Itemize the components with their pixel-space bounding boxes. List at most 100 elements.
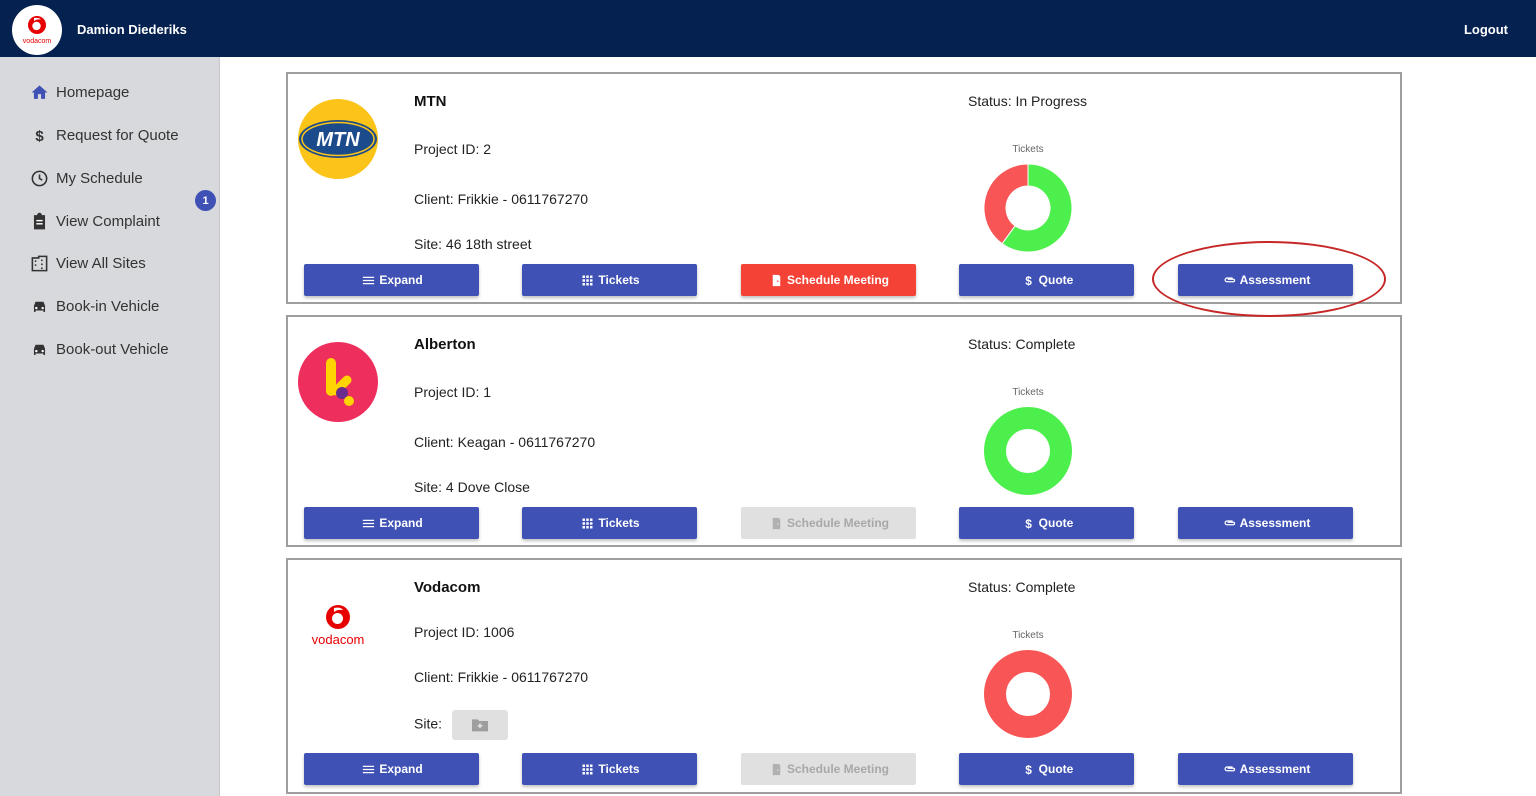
vodacom-logo[interactable]: vodacom [12,5,62,55]
quote-button[interactable]: $ Quote [959,753,1134,785]
home-icon [31,84,48,99]
quote-button[interactable]: $ Quote [959,507,1134,539]
sidebar-item-my-schedule[interactable]: My Schedule [30,166,143,190]
sidebar-item-label: Request for Quote [56,126,179,144]
button-label: Schedule Meeting [786,273,890,287]
grid-icon [582,764,593,774]
grid-icon [582,518,593,528]
schedule-meeting-button[interactable]: Schedule Meeting [741,264,916,296]
sidebar-item-view-complaint[interactable]: View Complaint [30,209,160,233]
button-label: Assessment [1239,762,1311,776]
svg-text:MTN: MTN [316,129,360,151]
paperclip-icon [1224,765,1235,771]
project-status: Status: In Progress [968,93,1088,109]
expand-button[interactable]: Expand [304,753,479,785]
donut-slice-0 [984,650,1072,738]
tickets-button[interactable]: Tickets [522,507,697,539]
sidebar-item-label: Homepage [56,83,130,101]
tickets-button[interactable]: Tickets [522,753,697,785]
project-site: Site: [414,715,443,732]
button-label: Quote [1038,273,1074,287]
project-card-alberton: Alberton Project ID: 1 Client: Keagan - … [286,315,1402,547]
project-id: Project ID: 1 [414,384,492,400]
assessment-button[interactable]: Assessment [1178,264,1353,296]
project-name: MTN [414,93,447,110]
clock-icon [31,170,48,186]
project-client: Client: Keagan - 0611767270 [414,434,596,450]
chart-title: Tickets [1012,144,1044,155]
dollar-icon: $ [1025,273,1032,287]
mtn-logo: MTN [298,99,378,179]
alberton-logo [298,342,378,422]
paperclip-icon [1224,276,1235,282]
project-name: Vodacom [414,579,481,596]
sidebar-item-book-out-vehicle[interactable]: Book-out Vehicle [30,337,169,361]
chart-title: Tickets [1012,630,1044,641]
sidebar-item-label: My Schedule [56,169,143,187]
menu-icon [363,519,375,527]
project-status: Status: Complete [968,579,1076,595]
svg-text:$: $ [1025,762,1032,776]
menu-icon [363,276,375,284]
sidebar-item-homepage[interactable]: Homepage [30,80,129,104]
vodacom-logo: vodacom [312,605,364,647]
expand-button[interactable]: Expand [304,264,479,296]
project-id: Project ID: 2 [414,141,492,157]
logout-link[interactable]: Logout [1464,22,1508,37]
folder-add-icon [471,719,488,732]
project-site-row: Site: [414,710,508,740]
door-icon [772,763,781,775]
sidebar-item-view-all-sites[interactable]: View All Sites [30,251,146,275]
door-icon [772,274,781,286]
sidebar: Homepage $ Request for Quote My Schedule… [0,57,220,796]
project-card-mtn: MTN MTN Project ID: 2 Client: Frikkie - … [286,72,1402,304]
button-label: Tickets [598,762,640,776]
donut-slice-0 [984,407,1072,495]
assessment-button[interactable]: Assessment [1178,507,1353,539]
project-site: Site: 46 18th street [414,236,532,252]
button-label: Quote [1038,516,1074,530]
add-site-button[interactable] [451,710,508,740]
user-name: Damion Diederiks [77,22,187,37]
sidebar-item-label: View Complaint [56,212,160,230]
quote-button[interactable]: $ Quote [959,264,1134,296]
button-label: Assessment [1239,516,1311,530]
project-client: Client: Frikkie - 0611767270 [414,191,589,207]
svg-text:$: $ [35,128,44,145]
project-status: Status: Complete [968,336,1076,352]
project-site: Site: 4 Dove Close [414,479,530,495]
project-id: Project ID: 1006 [414,624,515,640]
sidebar-item-book-in-vehicle[interactable]: Book-in Vehicle [30,294,159,318]
sidebar-item-label: Book-in Vehicle [56,297,160,315]
button-label: Expand [379,516,423,530]
svg-text:$: $ [1025,516,1032,530]
button-label: Tickets [598,516,640,530]
dollar-icon: $ [1025,516,1032,530]
menu-icon [363,765,375,773]
sidebar-item-request-for-quote[interactable]: $ Request for Quote [30,123,179,147]
project-client: Client: Frikkie - 0611767270 [414,669,589,685]
assessment-button[interactable]: Assessment [1178,753,1353,785]
project-name: Alberton [414,336,476,353]
dollar-icon: $ [35,128,44,145]
svg-text:vodacom: vodacom [23,38,52,45]
button-label: Schedule Meeting [786,516,890,530]
tickets-button[interactable]: Tickets [522,264,697,296]
tickets-donut-chart [984,407,1072,495]
building-icon [31,255,48,271]
dollar-icon: $ [1025,762,1032,776]
svg-text:$: $ [1025,273,1032,287]
grid-icon [582,275,593,285]
expand-button[interactable]: Expand [304,507,479,539]
sidebar-item-label: Book-out Vehicle [56,340,169,358]
notification-badge: 1 [195,190,216,211]
schedule-meeting-button: Schedule Meeting [741,507,916,539]
car-icon [33,344,46,355]
chart-title: Tickets [1012,387,1044,398]
top-app-bar: vodacom Damion Diederiks Logout [0,0,1536,57]
button-label: Schedule Meeting [786,762,890,776]
button-label: Expand [379,762,423,776]
paperclip-icon [1224,519,1235,525]
button-label: Expand [379,273,423,287]
clipboard-icon [33,212,46,229]
